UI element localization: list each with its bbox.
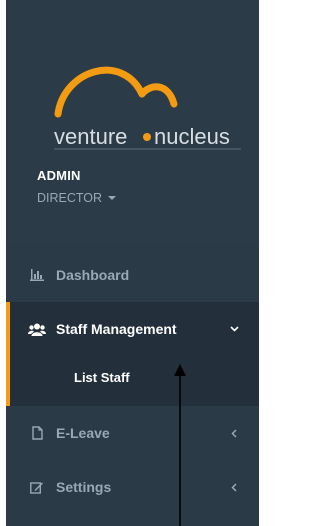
arrow-up-annotation xyxy=(174,364,186,526)
sidebar-item-eleave[interactable]: E-Leave xyxy=(6,406,259,460)
svg-text:nucleus: nucleus xyxy=(154,124,230,149)
chevron-left-icon xyxy=(229,428,239,438)
sidebar-item-dashboard-label: Dashboard xyxy=(56,267,130,283)
sidebar-nav: Dashboard Staff Management List Staff E-… xyxy=(6,248,259,514)
user-role-dropdown[interactable]: DIRECTOR xyxy=(37,191,117,205)
chevron-down-icon xyxy=(229,324,239,334)
staff-management-submenu: List Staff xyxy=(6,356,259,406)
sidebar: venture nucleus ADMIN DIRECTOR Dashboard… xyxy=(6,0,259,526)
sidebar-item-settings-label: Settings xyxy=(56,479,112,495)
edit-icon xyxy=(28,479,46,495)
sidebar-item-staff-management[interactable]: Staff Management xyxy=(6,302,259,356)
users-icon xyxy=(28,321,46,337)
bar-chart-icon xyxy=(28,267,46,283)
venture-nucleus-logo: venture nucleus xyxy=(54,66,241,150)
file-icon xyxy=(28,425,46,441)
user-role-label: DIRECTOR xyxy=(37,191,103,205)
caret-down-icon xyxy=(108,196,117,200)
sidebar-item-staff-management-label: Staff Management xyxy=(56,321,177,337)
profile-panel: venture nucleus ADMIN DIRECTOR xyxy=(6,0,259,243)
svg-text:venture: venture xyxy=(54,124,127,149)
sidebar-item-settings[interactable]: Settings xyxy=(6,460,259,514)
sidebar-item-eleave-label: E-Leave xyxy=(56,425,110,441)
chevron-left-icon xyxy=(229,482,239,492)
sidebar-item-dashboard[interactable]: Dashboard xyxy=(6,248,259,302)
sidebar-subitem-list-staff[interactable]: List Staff xyxy=(74,370,130,385)
user-name: ADMIN xyxy=(37,168,81,183)
